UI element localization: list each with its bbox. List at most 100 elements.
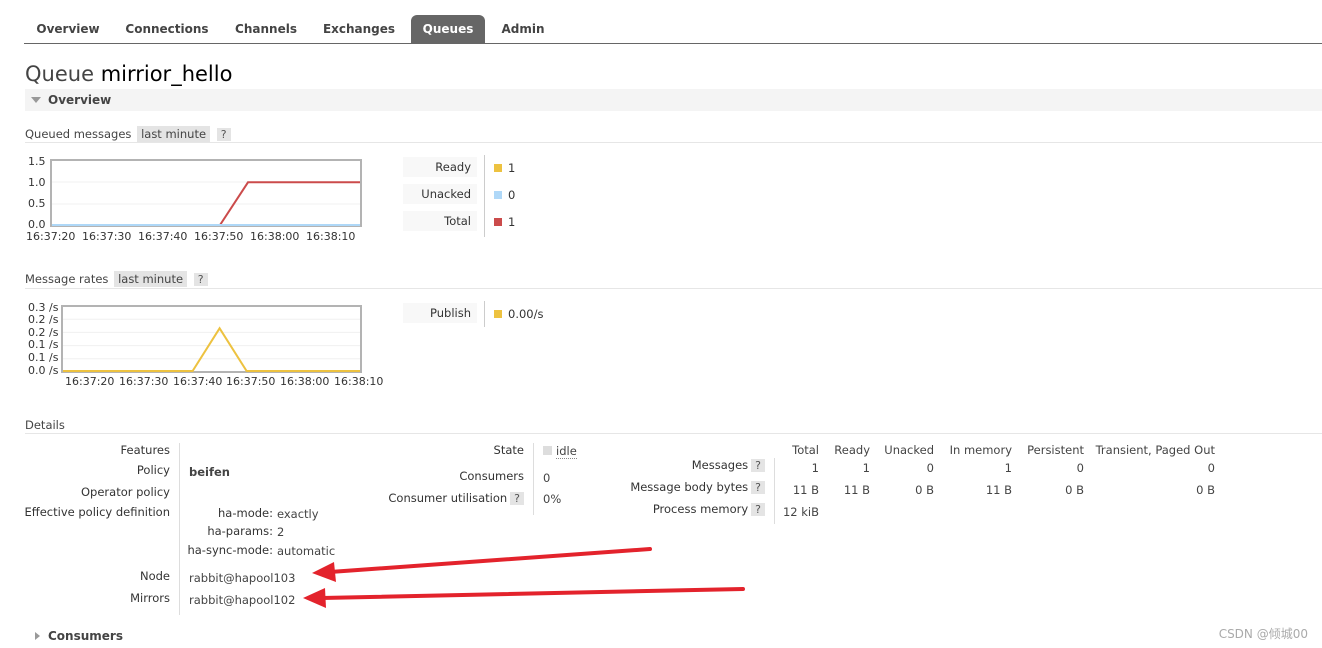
chart1-xtick-label: 16:37:50 (194, 230, 244, 243)
legend-value-publish: 0.00/s (494, 307, 543, 321)
queued-messages-help-icon[interactable]: ? (216, 128, 231, 141)
overview-section-label: Overview (48, 93, 112, 107)
tab-admin[interactable]: Admin (492, 15, 554, 43)
legend-label-unacked: Unacked (403, 184, 477, 204)
chart2-xtick-label: 16:38:00 (280, 375, 330, 388)
chart1-xtick-label: 16:37:30 (82, 230, 132, 243)
page-title: Queue mirrior_hello (25, 62, 232, 86)
consumers-section-toggle[interactable]: Consumers (25, 626, 325, 646)
stats-cell: 11 B (985, 483, 1012, 497)
tab-connections[interactable]: Connections (117, 15, 217, 43)
stats-cell: 11 B (792, 483, 819, 497)
chart2-xtick-label: 16:38:10 (334, 375, 384, 388)
utilisation-help-icon[interactable]: ? (510, 492, 524, 505)
chart1-ytick-label: 1.5 (28, 155, 46, 168)
stats-row-label: Message body bytes? (630, 480, 765, 494)
plot-area (50, 159, 362, 227)
main-nav-tabs: Overview Connections Channels Exchanges … (24, 15, 1322, 44)
ha-sync-mode-value: automatic (277, 544, 336, 558)
stats-cell: 12 kiB (782, 505, 819, 519)
details-separator (179, 443, 180, 615)
policy-value-link[interactable]: beifen (189, 465, 230, 479)
details-separator (533, 443, 534, 515)
queued-messages-header: Queued messages last minute ? (25, 126, 231, 142)
divider (25, 288, 1322, 289)
chart2-xtick-label: 16:37:30 (119, 375, 169, 388)
stats-cell: 0 B (1065, 483, 1084, 497)
message-rates-range-selector[interactable]: last minute (114, 271, 188, 287)
tab-queues[interactable]: Queues (411, 15, 485, 43)
stats-header: Transient, Paged Out (1095, 443, 1215, 457)
stats-cell: 1 (811, 461, 819, 475)
state-value: idle (543, 444, 577, 459)
idle-state-icon (543, 446, 552, 455)
message-rates-help-icon[interactable]: ? (193, 273, 208, 286)
chart2-xtick-label: 16:37:20 (65, 375, 115, 388)
stats-header: Unacked (884, 443, 934, 457)
chart2-ytick-label: 0.1 /s (28, 338, 59, 351)
tab-exchanges[interactable]: Exchanges (314, 15, 404, 43)
chart1-ytick-label: 0.5 (28, 197, 46, 210)
chart2-xtick-label: 16:37:50 (226, 375, 276, 388)
ha-sync-mode-label: ha-sync-mode: (187, 543, 273, 557)
chart2-ytick-label: 0.1 /s (28, 351, 59, 364)
legend-separator (484, 301, 485, 327)
legend-value-unacked: 0 (494, 188, 515, 202)
operator-policy-label: Operator policy (81, 485, 170, 499)
stats-header: In memory (949, 443, 1012, 457)
queued-messages-chart (50, 159, 362, 227)
chart2-ytick-label: 0.2 /s (28, 313, 59, 326)
state-label: State (493, 443, 524, 457)
process-memory-help-icon[interactable]: ? (751, 503, 765, 516)
messages-help-icon[interactable]: ? (751, 459, 765, 472)
plot-area (61, 305, 362, 373)
effective-policy-label: Effective policy definition (24, 505, 170, 519)
ha-params-label: ha-params: (207, 524, 273, 538)
node-value: rabbit@hapool103 (189, 571, 296, 585)
legend-label-ready: Ready (403, 157, 477, 177)
stats-header: Total (792, 443, 819, 457)
mirrors-value: rabbit@hapool102 (189, 593, 296, 607)
mirrors-label: Mirrors (130, 591, 170, 605)
legend-separator (484, 155, 485, 237)
legend-value-total: 1 (494, 215, 515, 229)
annotation-arrow-node (312, 547, 652, 582)
chart1-xtick-label: 16:37:20 (26, 230, 76, 243)
features-label: Features (120, 443, 170, 457)
stats-cell: 0 (1076, 461, 1084, 475)
stats-cell: 11 B (843, 483, 870, 497)
chart1-xtick-label: 16:38:00 (250, 230, 300, 243)
chart2-ytick-label: 0.0 /s (28, 364, 59, 377)
total-swatch-icon (494, 218, 502, 226)
queue-name: mirrior_hello (100, 62, 233, 86)
unacked-swatch-icon (494, 191, 502, 199)
triangle-down-icon (31, 97, 41, 103)
ha-mode-value: exactly (277, 507, 319, 521)
stats-row-label: Process memory? (653, 502, 765, 516)
policy-label: Policy (136, 463, 170, 477)
queued-messages-label: Queued messages (25, 127, 132, 141)
overview-section-toggle[interactable]: Overview (25, 89, 1322, 111)
body-bytes-help-icon[interactable]: ? (751, 481, 765, 494)
utilisation-value: 0% (543, 492, 562, 506)
tab-overview[interactable]: Overview (24, 15, 112, 43)
consumers-section-label: Consumers (48, 629, 123, 643)
chart1-ytick-label: 1.0 (28, 176, 46, 189)
tab-channels[interactable]: Channels (224, 15, 308, 43)
divider (25, 433, 1322, 434)
queued-messages-range-selector[interactable]: last minute (137, 126, 211, 142)
details-label: Details (25, 418, 65, 432)
message-rates-chart (61, 305, 362, 373)
consumers-label: Consumers (459, 469, 524, 483)
ha-params-value: 2 (277, 525, 285, 539)
stats-cell: 0 (926, 461, 934, 475)
stats-cell: 0 B (1196, 483, 1215, 497)
consumers-value: 0 (543, 471, 551, 485)
message-rates-label: Message rates (25, 272, 109, 286)
ha-mode-label: ha-mode: (218, 506, 273, 520)
stats-header: Ready (834, 443, 870, 457)
watermark: CSDN @倾城00 (1218, 627, 1308, 641)
stats-separator (774, 458, 775, 524)
page-title-prefix: Queue (25, 62, 94, 86)
legend-label-publish: Publish (403, 303, 477, 323)
